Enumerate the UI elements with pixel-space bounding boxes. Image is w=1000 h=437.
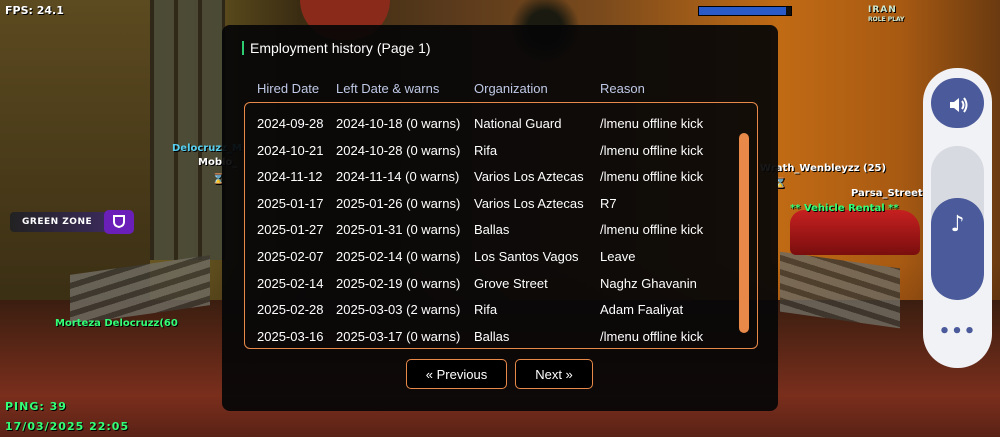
- column-header-left-date: Left Date & warns: [336, 81, 440, 96]
- more-dots-icon[interactable]: •••: [923, 321, 992, 342]
- cell-organization: Ballas: [474, 222, 510, 238]
- server-logo: IRAN ROLE PLAY: [868, 6, 904, 24]
- bench-left: [70, 255, 210, 325]
- table-row[interactable]: 2025-02-14 2025-02-19 (0 warns) Grove Stre…: [245, 271, 757, 297]
- top-progress-bar: [698, 6, 792, 16]
- logo-main-text: IRAN: [868, 5, 897, 15]
- cell-organization: Ballas: [474, 328, 510, 344]
- cell-hired-date: 2025-01-27: [257, 222, 324, 238]
- cell-organization: Rifa: [474, 142, 498, 158]
- cell-organization: Los Santos Vagos: [474, 249, 579, 264]
- cell-organization: Varios Los Aztecas: [474, 195, 584, 211]
- cell-left-date: 2025-03-03 (2 warns): [336, 302, 461, 318]
- cell-reason: /lmenu offline kick: [600, 116, 704, 131]
- music-note-icon: ♪: [950, 212, 965, 238]
- ping-display: PING: 39: [5, 400, 67, 413]
- employment-history-dialog: Employment history (Page 1) Hired Date L…: [222, 25, 778, 411]
- cell-organization: Grove Street: [474, 275, 548, 291]
- cell-hired-date: 2025-03-16: [257, 328, 324, 344]
- cell-hired-date: 2024-10-21: [257, 142, 324, 158]
- title-marker: [242, 41, 244, 55]
- top-progress-fill: [699, 7, 787, 15]
- background-window: [150, 0, 225, 260]
- logo-sub-text: ROLE PLAY: [868, 16, 905, 23]
- table-row[interactable]: 2024-11-12 2024-11-14 (0 warns) Varios Los…: [245, 164, 757, 190]
- cell-organization: National Guard: [474, 116, 562, 131]
- cell-hired-date: 2025-02-07: [257, 249, 324, 264]
- cell-left-date: 2024-10-18 (0 warns): [336, 116, 461, 131]
- cell-hired-date: 2024-11-12: [257, 169, 323, 185]
- background-car: [790, 210, 920, 255]
- cell-reason: Adam Faaliyat: [600, 302, 684, 318]
- player-nametag: Morteza Delocruzz(60: [55, 318, 178, 329]
- employment-list[interactable]: 2025-03-16 2025-03-17 (0 warns) Ballas/lme…: [244, 102, 758, 349]
- table-row[interactable]: 2025-03-16 2025-03-17 (0 warns) Ballas/lme…: [245, 324, 757, 348]
- green-zone-badge: GREEN ZONE: [10, 212, 108, 232]
- cell-left-date: 2025-02-19 (0 warns): [336, 275, 461, 291]
- fps-counter: FPS: 24.1: [5, 4, 64, 17]
- cell-left-date: 2025-01-26 (0 warns): [336, 195, 461, 211]
- cell-reason: Leave: [600, 249, 636, 264]
- player-nametag: Wrath_Wenbleyzz (25): [760, 163, 887, 174]
- next-page-button[interactable]: Next »: [515, 359, 593, 389]
- cell-reason: /lmenu offline kick: [600, 169, 704, 185]
- cell-hired-date: 2025-01-17: [257, 195, 324, 211]
- shield-icon: [104, 210, 134, 234]
- previous-page-button[interactable]: « Previous: [406, 359, 507, 389]
- cell-reason: R7: [600, 195, 617, 211]
- cell-left-date: 2025-03-17 (0 warns): [336, 328, 461, 344]
- table-row[interactable]: 2024-10-21 2024-10-28 (0 warns) Rifa/lmenu…: [245, 138, 757, 164]
- cell-reason: Naghz Ghavanin: [600, 275, 697, 291]
- column-header-reason: Reason: [600, 81, 645, 96]
- cell-left-date: 2025-01-31 (0 warns): [336, 222, 461, 238]
- table-row[interactable]: 2025-01-17 2025-01-26 (0 warns) Varios Los…: [245, 191, 757, 217]
- player-nametag: Parsa_Streetb: [851, 188, 930, 199]
- cell-hired-date: 2025-02-28: [257, 302, 324, 318]
- bench-right: [780, 251, 900, 329]
- column-header-hired-date: Hired Date: [257, 81, 320, 96]
- cell-reason: /lmenu offline kick: [600, 222, 704, 238]
- cell-left-date: 2025-02-14 (0 warns): [336, 249, 461, 264]
- cell-organization: Varios Los Aztecas: [474, 169, 584, 185]
- volume-slider[interactable]: ♪: [931, 146, 984, 300]
- background-wall: [0, 0, 150, 300]
- dialog-title-text: Employment history (Page 1): [250, 40, 431, 56]
- cell-hired-date: 2025-02-14: [257, 275, 324, 291]
- vehicle-rental-label: ** Vehicle Rental **: [790, 203, 899, 214]
- speaker-icon[interactable]: [931, 78, 984, 128]
- list-scrollbar[interactable]: [739, 133, 749, 333]
- cell-reason: /lmenu offline kick: [600, 328, 704, 344]
- cell-hired-date: 2024-09-28: [257, 116, 324, 131]
- cell-reason: /lmenu offline kick: [600, 142, 704, 158]
- table-row[interactable]: 2024-09-28 2024-10-18 (0 warns) National G…: [245, 111, 757, 137]
- datetime-display: 17/03/2025 22:05: [5, 420, 130, 433]
- column-header-organization: Organization: [474, 81, 548, 96]
- table-row[interactable]: 2025-02-07 2025-02-14 (0 warns) Los Santos…: [245, 244, 757, 270]
- table-row[interactable]: 2025-01-27 2025-01-31 (0 warns) Ballas/lme…: [245, 217, 757, 243]
- cell-organization: Rifa: [474, 302, 498, 318]
- volume-slider-fill: ♪: [931, 198, 984, 300]
- media-control-panel: ♪ •••: [923, 68, 992, 368]
- table-row[interactable]: 2025-02-28 2025-03-03 (2 warns) Rifa Adam F…: [245, 297, 757, 323]
- cell-left-date: 2024-11-14 (0 warns): [336, 169, 460, 185]
- cell-left-date: 2024-10-28 (0 warns): [336, 142, 461, 158]
- dialog-title: Employment history (Page 1): [242, 40, 431, 56]
